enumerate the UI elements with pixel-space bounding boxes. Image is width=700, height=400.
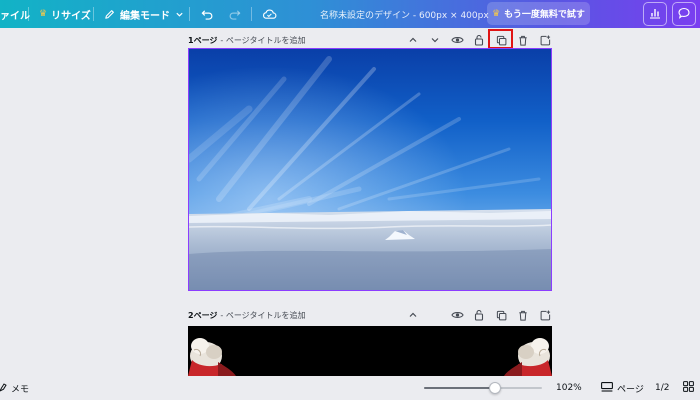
page-title-input[interactable]: - ページタイトルを追加 bbox=[220, 310, 305, 321]
bottom-toolbar: メモ 102% ページ 1/2 bbox=[0, 376, 700, 400]
file-menu[interactable]: ァイル bbox=[0, 0, 30, 28]
document-title-text: 名称未設定のデザイン - 600px × 400px bbox=[320, 10, 489, 21]
toolbar-divider bbox=[189, 7, 190, 21]
document-title[interactable]: 名称未設定のデザイン - 600px × 400px bbox=[320, 0, 489, 28]
grid-view-button[interactable] bbox=[683, 376, 694, 400]
flower-decoration-right bbox=[504, 338, 552, 376]
free-trial-label: もう一度無料で試す bbox=[504, 10, 585, 20]
page-number-label: 2ページ bbox=[188, 310, 218, 320]
resize-label: リサイズ bbox=[51, 10, 91, 22]
grid-view-icon bbox=[683, 381, 694, 395]
cloud-icon bbox=[262, 8, 277, 20]
page-1-canvas[interactable] bbox=[188, 48, 552, 291]
comments-button[interactable] bbox=[672, 2, 696, 26]
notes-pencil-icon bbox=[0, 382, 8, 395]
annotation-highlight-box bbox=[488, 29, 513, 49]
page-number-label: 1ページ bbox=[188, 35, 218, 45]
resize-button[interactable]: ♛ リサイズ bbox=[39, 0, 91, 28]
page-title-input[interactable]: - ページタイトルを追加 bbox=[220, 35, 305, 46]
chevron-down-icon bbox=[175, 10, 184, 19]
undo-icon bbox=[201, 8, 214, 21]
notes-button[interactable]: メモ bbox=[0, 376, 29, 400]
speech-bubble-icon bbox=[678, 7, 690, 22]
cloud-save-status[interactable] bbox=[262, 0, 277, 28]
flower-decoration-left bbox=[188, 338, 236, 376]
zoom-slider-track[interactable] bbox=[424, 387, 542, 389]
zoom-level-value: 102% bbox=[556, 383, 582, 393]
bar-chart-icon bbox=[649, 7, 661, 22]
pages-label: ページ bbox=[617, 384, 644, 395]
redo-button[interactable] bbox=[228, 0, 241, 28]
zoom-level-button[interactable]: 102% bbox=[556, 376, 582, 400]
page-counter-value: 1/2 bbox=[655, 383, 670, 393]
page-counter: 1/2 bbox=[655, 376, 669, 400]
edit-mode-dropdown[interactable]: 編集モード bbox=[104, 0, 184, 28]
free-trial-button[interactable]: ♛ もう一度無料で試す bbox=[487, 2, 590, 25]
insights-button[interactable] bbox=[643, 2, 667, 26]
pages-view-button[interactable]: ページ bbox=[601, 376, 644, 400]
pencil-icon bbox=[104, 9, 115, 20]
page-2-header: 2ページ - ページタイトルを追加 bbox=[188, 305, 552, 325]
edit-mode-label: 編集モード bbox=[120, 10, 170, 22]
toolbar-divider bbox=[28, 7, 29, 21]
file-menu-label: ァイル bbox=[0, 10, 30, 22]
toolbar-divider bbox=[93, 7, 94, 21]
crown-icon: ♛ bbox=[492, 8, 501, 19]
notes-label: メモ bbox=[11, 384, 30, 395]
undo-button[interactable] bbox=[201, 0, 214, 28]
redo-icon bbox=[228, 8, 241, 21]
top-toolbar: ァイル ♛ リサイズ 編集モード 名称未設定のデザイン - 600px × 40… bbox=[0, 0, 700, 28]
arctic-sky-photo bbox=[189, 49, 551, 290]
page-2-canvas[interactable] bbox=[188, 326, 552, 376]
zoom-slider-thumb[interactable] bbox=[488, 382, 501, 394]
zoom-slider-fill bbox=[424, 387, 495, 389]
pages-icon bbox=[601, 381, 613, 395]
toolbar-divider bbox=[251, 7, 252, 21]
crown-icon: ♛ bbox=[39, 9, 48, 19]
